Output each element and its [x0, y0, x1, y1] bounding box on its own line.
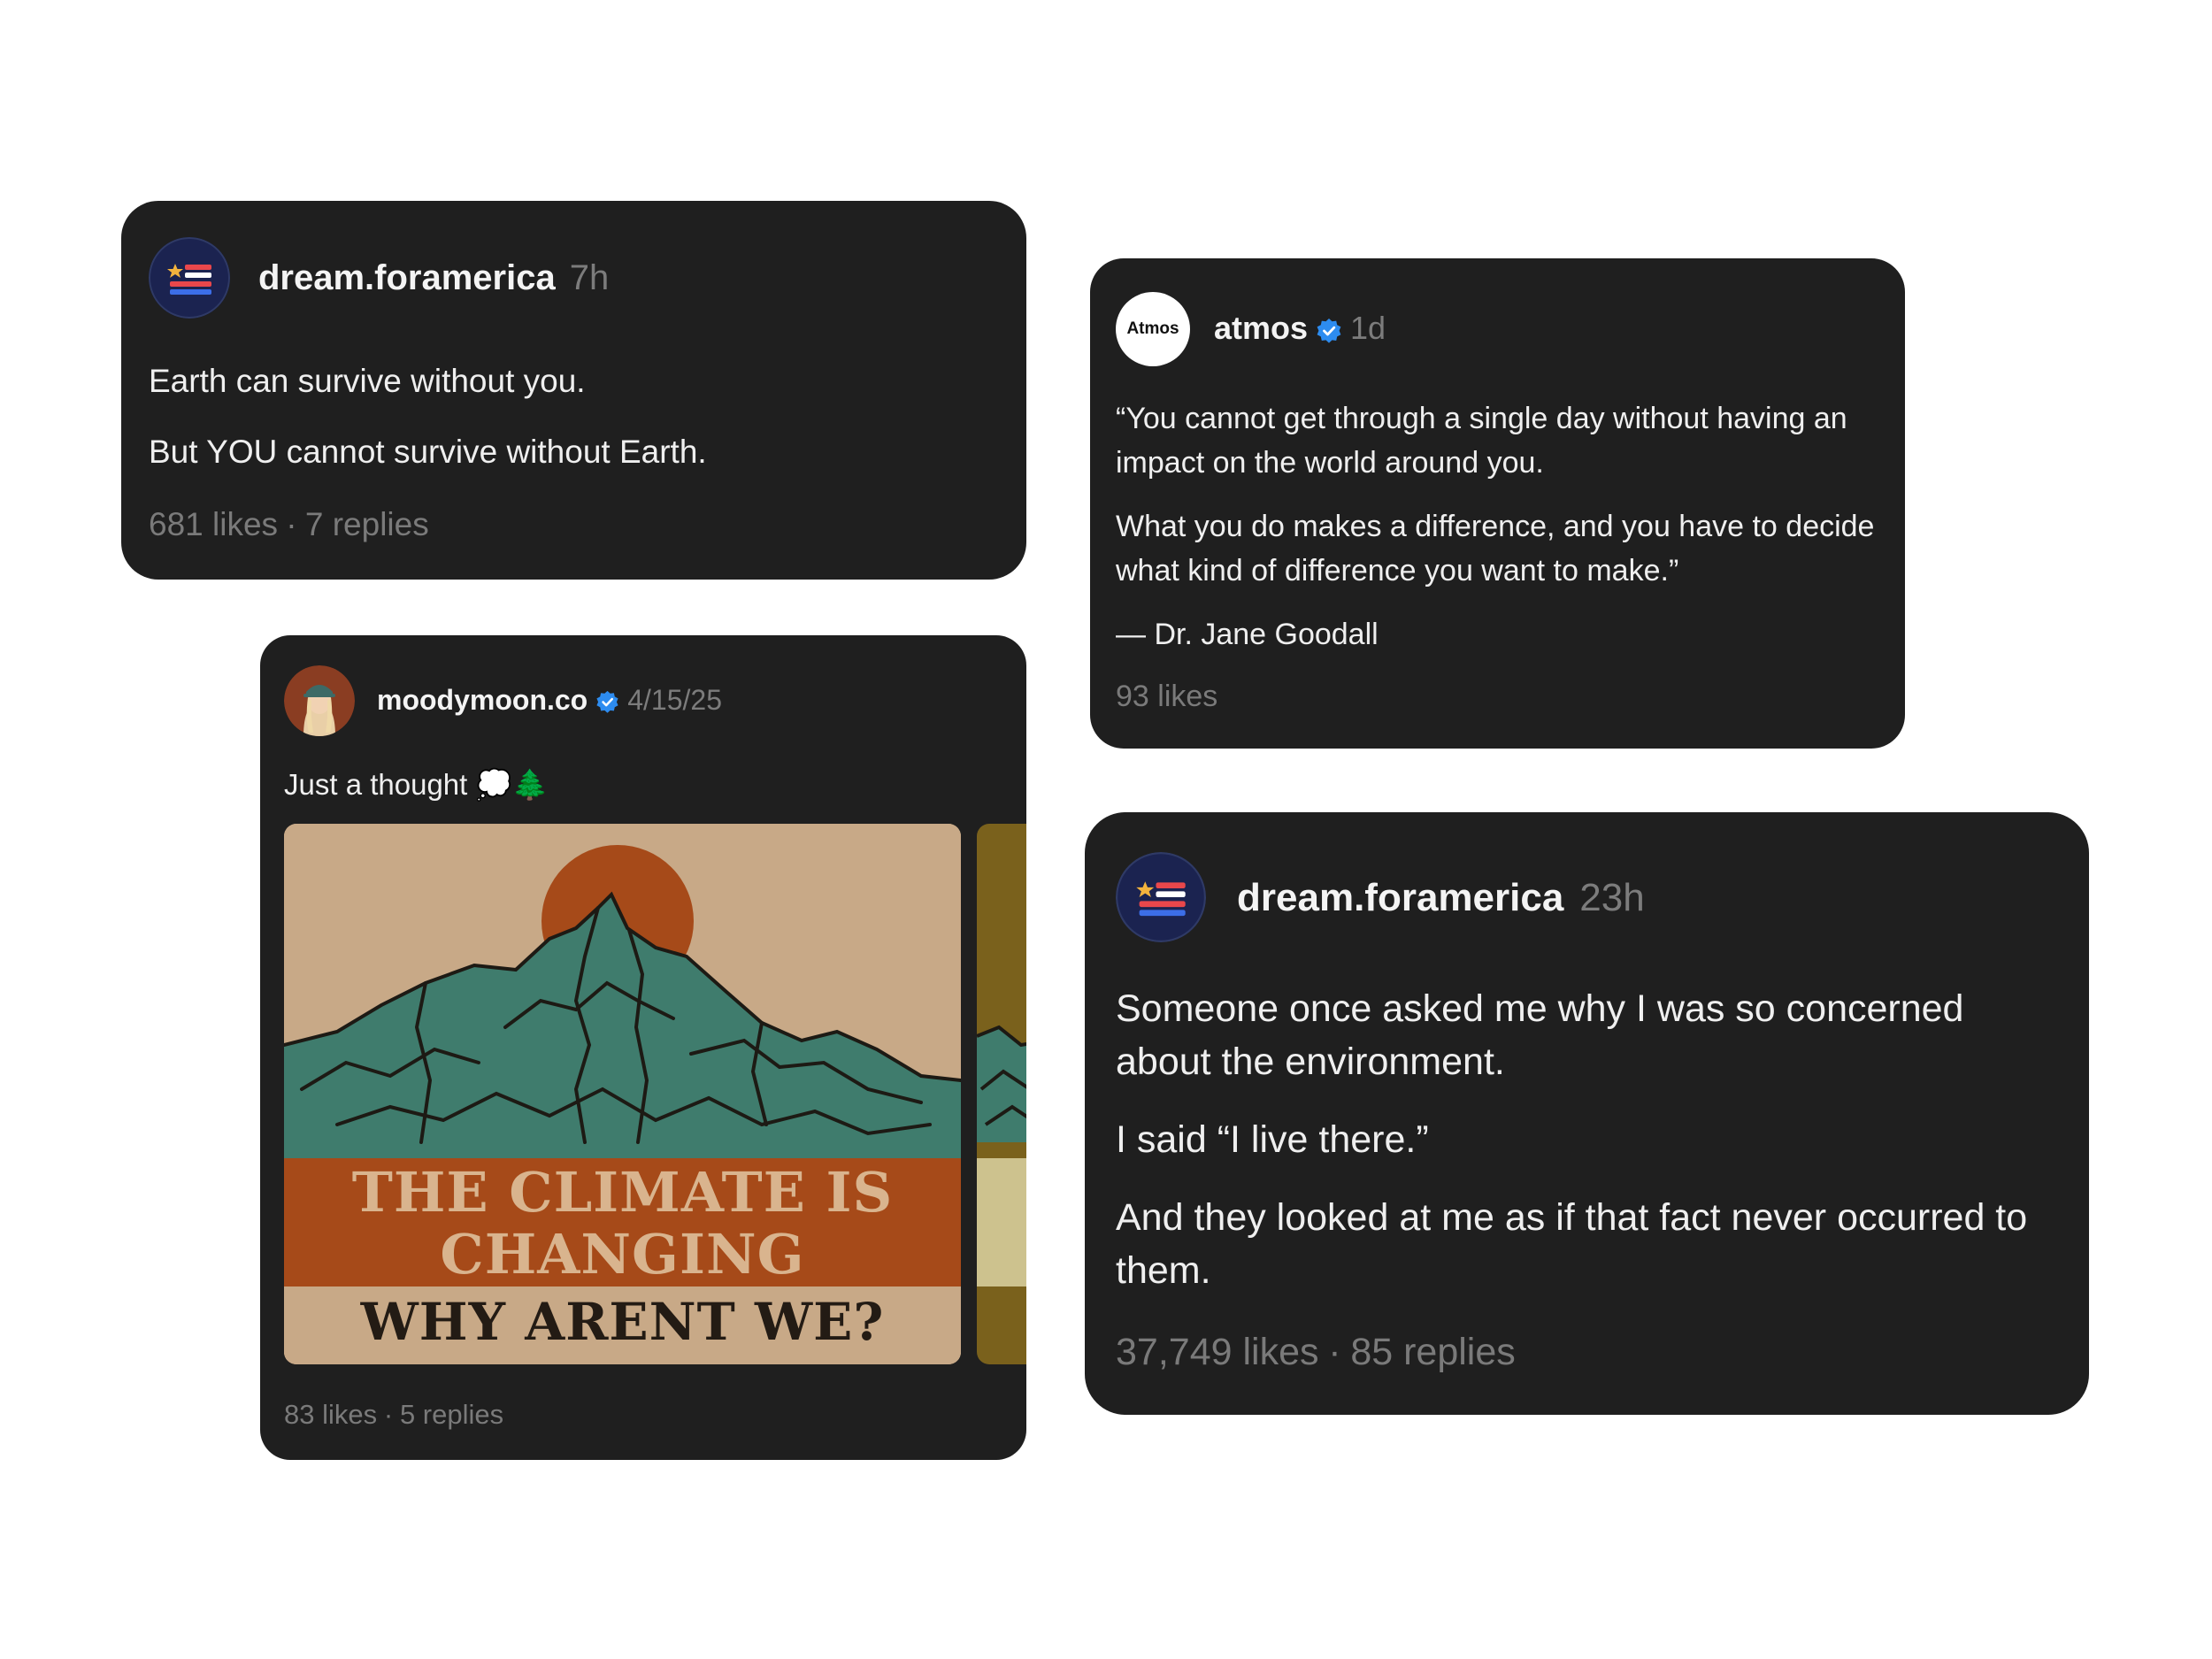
- profile-photo-icon: [284, 665, 355, 736]
- likes-count[interactable]: 93 likes: [1116, 680, 1217, 713]
- replies-count[interactable]: 85 replies: [1350, 1331, 1515, 1373]
- post-body: Someone once asked me why I was so conce…: [1116, 982, 2036, 1297]
- post-header: moodymoon.co 4/15/25: [377, 680, 722, 720]
- timestamp[interactable]: 1d: [1350, 310, 1386, 347]
- timestamp[interactable]: 7h: [570, 258, 610, 298]
- separator-dot: ·: [286, 506, 297, 542]
- post-header: dream.foramerica 7h: [258, 255, 609, 301]
- post-card[interactable]: moodymoon.co 4/15/25 Just a thought 💭🌲 T…: [260, 635, 1026, 1460]
- username[interactable]: atmos: [1214, 310, 1308, 347]
- poster-headline-1: THE CLIMATE IS: [351, 1160, 894, 1225]
- replies-count[interactable]: 7 replies: [305, 506, 429, 542]
- post-stats: 37,749 likes · 85 replies: [1116, 1325, 1516, 1379]
- post-caption: Just a thought 💭🌲: [284, 768, 549, 801]
- flag-logo-icon: [149, 237, 230, 319]
- post-card[interactable]: dream.foramerica 7h Earth can survive wi…: [121, 201, 1026, 580]
- likes-count[interactable]: 37,749 likes: [1116, 1331, 1319, 1373]
- avatar[interactable]: [1116, 852, 1206, 942]
- poster-headline-3: WHY ARENT WE?: [360, 1292, 885, 1352]
- post-line: What you do makes a difference, and you …: [1116, 510, 1875, 588]
- username[interactable]: dream.foramerica: [1237, 876, 1563, 920]
- username[interactable]: moodymoon.co: [377, 684, 588, 717]
- separator-dot: ·: [1328, 1331, 1341, 1373]
- post-line: — Dr. Jane Goodall: [1116, 618, 1379, 651]
- post-line: And they looked at me as if that fact ne…: [1116, 1196, 2028, 1292]
- atmos-logo-text: Atmos: [1126, 319, 1179, 338]
- post-header: atmos 1d: [1214, 306, 1386, 350]
- username[interactable]: dream.foramerica: [258, 258, 556, 298]
- post-stats: 93 likes: [1116, 674, 1217, 718]
- avatar[interactable]: [149, 237, 230, 319]
- avatar[interactable]: Atmos: [1116, 292, 1190, 366]
- post-card[interactable]: dream.foramerica 23h Someone once asked …: [1085, 812, 2089, 1415]
- post-stats: 83 likes · 5 replies: [284, 1394, 503, 1435]
- verified-badge-icon: [1316, 315, 1342, 343]
- post-stats: 681 likes · 7 replies: [149, 502, 429, 548]
- likes-count[interactable]: 681 likes: [149, 506, 278, 542]
- post-header: dream.foramerica 23h: [1237, 872, 1645, 924]
- post-body: “You cannot get through a single day wit…: [1116, 396, 1877, 657]
- avatar[interactable]: [284, 665, 355, 736]
- verified-badge-icon: [595, 688, 619, 713]
- separator-dot: ·: [383, 1399, 394, 1430]
- flag-logo-icon: [1116, 852, 1206, 942]
- post-body: Earth can survive without you. But YOU c…: [149, 358, 989, 475]
- mountain-sketch-partial: [977, 1025, 1026, 1142]
- timestamp[interactable]: 4/15/25: [627, 684, 722, 717]
- poster-headline-2: CHANGING: [440, 1222, 805, 1286]
- post-line: I said “I live there.”: [1116, 1118, 1429, 1161]
- replies-count[interactable]: 5 replies: [400, 1399, 503, 1430]
- post-image[interactable]: THE CLIMATE IS CHANGING WHY ARENT WE?: [284, 824, 961, 1364]
- timestamp[interactable]: 23h: [1579, 876, 1644, 920]
- post-image-next[interactable]: [977, 824, 1026, 1364]
- post-line: Someone once asked me why I was so conce…: [1116, 987, 1964, 1083]
- likes-count[interactable]: 83 likes: [284, 1399, 377, 1430]
- post-line: But YOU cannot survive without Earth.: [149, 434, 707, 470]
- post-card[interactable]: Atmos atmos 1d “You cannot get through a…: [1090, 258, 1905, 749]
- post-line: Earth can survive without you.: [149, 363, 586, 399]
- post-line: “You cannot get through a single day wit…: [1116, 402, 1847, 480]
